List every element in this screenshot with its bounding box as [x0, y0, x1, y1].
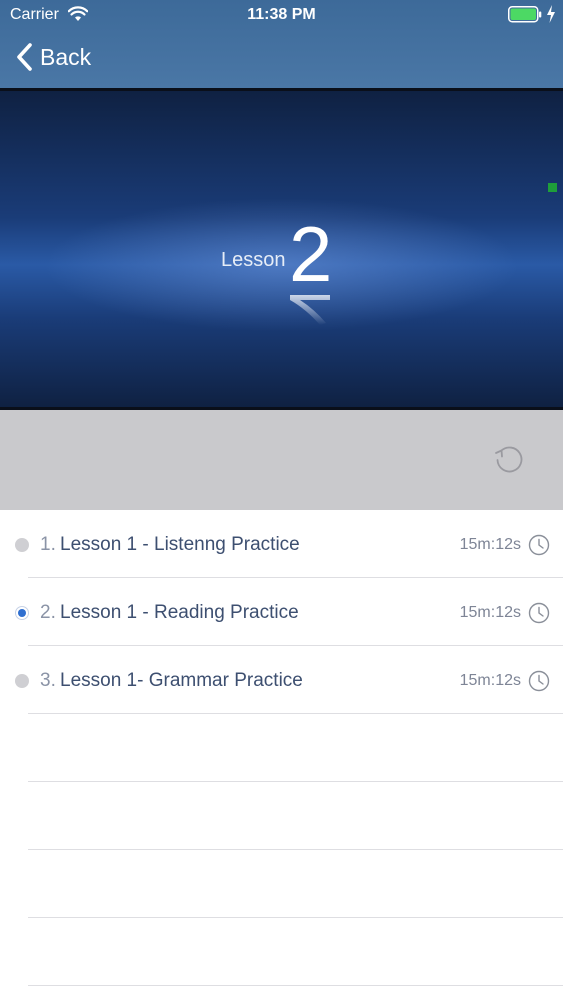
- empty-row: [0, 918, 563, 986]
- charging-bolt-icon: [547, 5, 555, 23]
- clock-icon: [528, 670, 550, 692]
- lesson-title: Lesson 1 - Reading Practice: [60, 602, 299, 623]
- back-label: Back: [40, 43, 92, 70]
- status-time: 11:38 PM: [247, 6, 316, 23]
- video-lesson-word: Lesson: [221, 249, 286, 271]
- clock-icon: [528, 534, 550, 556]
- chevron-left-icon: [17, 43, 32, 71]
- battery-icon: [508, 6, 542, 23]
- lesson-duration: 15m:12s: [459, 536, 521, 553]
- app-header: Carrier 11:38 PM Back: [0, 0, 563, 88]
- lesson-status-dot: [15, 674, 29, 688]
- replay-icon[interactable]: [492, 443, 526, 477]
- lesson-item-1[interactable]: 1. Lesson 1 - Listenng Practice 15m:12s: [0, 510, 563, 578]
- empty-row: [0, 782, 563, 850]
- lesson-index: 3.: [40, 670, 56, 691]
- lesson-title: Lesson 1- Grammar Practice: [60, 670, 303, 691]
- clock-icon: [528, 602, 550, 624]
- video-frame[interactable]: Lesson 2: [0, 91, 563, 407]
- lesson-title: Lesson 1 - Listenng Practice: [60, 534, 300, 555]
- lesson-index: 2.: [40, 602, 56, 623]
- lesson-duration: 15m:12s: [459, 604, 521, 621]
- video-player[interactable]: Lesson 2: [0, 88, 563, 410]
- player-controls-bar: [0, 410, 563, 510]
- lesson-item-2[interactable]: 2. Lesson 1 - Reading Practice 15m:12s: [0, 578, 563, 646]
- lesson-index: 1.: [40, 534, 56, 555]
- status-bar: Carrier 11:38 PM: [0, 0, 563, 30]
- lesson-item-3[interactable]: 3. Lesson 1- Grammar Practice 15m:12s: [0, 646, 563, 714]
- live-indicator: [548, 183, 557, 192]
- video-lesson-number: 2: [289, 210, 333, 298]
- lesson-duration: 15m:12s: [459, 672, 521, 689]
- back-button[interactable]: Back: [14, 40, 91, 74]
- lesson-status-dot: [15, 538, 29, 552]
- empty-row: [0, 714, 563, 782]
- number-reflection-graphic: [290, 295, 330, 325]
- row-separator: [28, 985, 563, 986]
- empty-row: [0, 850, 563, 918]
- lesson-status-dot-selected: [15, 606, 29, 620]
- lesson-list: 1. Lesson 1 - Listenng Practice 15m:12s …: [0, 510, 563, 986]
- navigation-bar: Back: [0, 30, 563, 88]
